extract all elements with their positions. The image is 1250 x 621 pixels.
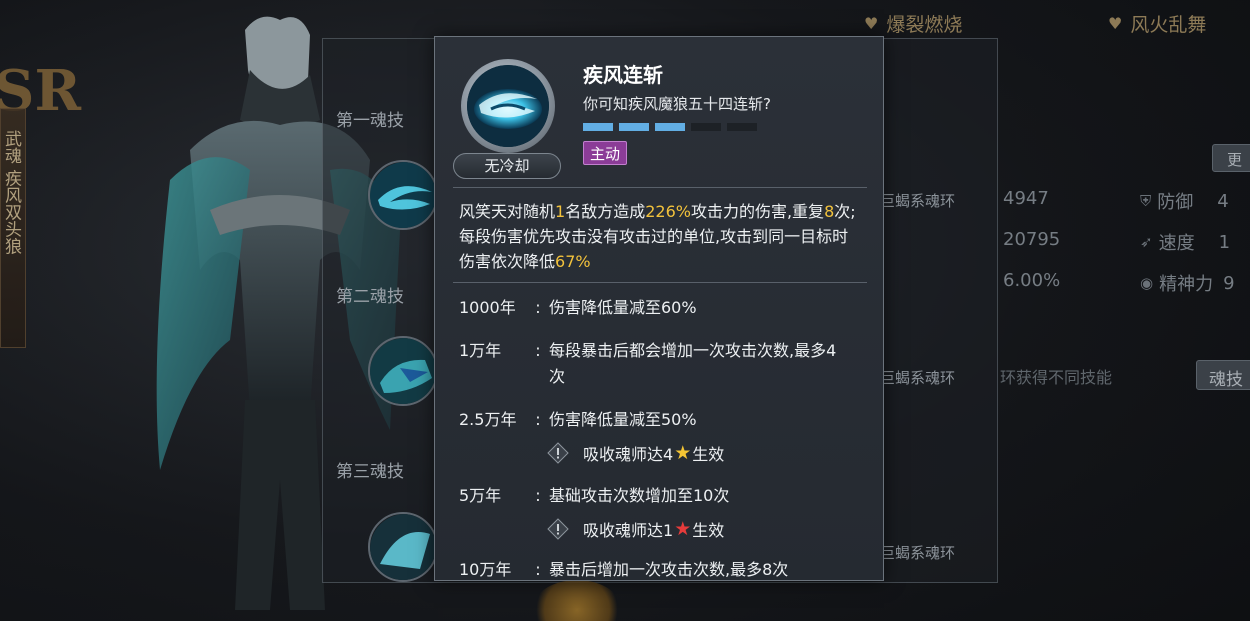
skill-subtitle: 你可知疾风魔狼五十四连斩? [583,95,771,113]
heart-icon: ♥ [1108,14,1123,33]
stat-defense: ⛨ 防御 4 [1140,188,1229,214]
stat-value-1: 4947 [1003,188,1049,209]
soul-skill-orb-2[interactable] [368,336,438,406]
tier-year: 10万年 [459,560,512,579]
tier-year: 5万年 [459,486,502,505]
skill-type-badge: 主动 [583,141,628,165]
skill-tooltip: 无冷却 疾风连斩 你可知疾风魔狼五十四连斩? 主动 风笑天对随机1名敌方造成22… [434,36,884,581]
tab-label: 爆裂燃烧 [886,14,963,36]
soul-skill-label-3: 第三魂技 [336,462,404,482]
tier-row-100k: 10万年 : 暴击后增加一次攻击次数,最多8次 [459,557,849,580]
highlight-value: 1 [555,202,566,221]
tab-burst-burn[interactable]: ♥ 爆裂燃烧 [864,10,962,37]
wind-vortex-icon [467,65,549,147]
stat-label-text: 精神力 [1159,274,1214,295]
soul-ring-text-1: 巨蝎系魂环 [880,192,956,210]
stat-label-text: 防御 [1157,192,1194,213]
level-segment [583,123,613,131]
condition-prefix: 吸收魂师达4 [583,445,674,464]
soul-ring-text-2: 巨蝎系魂环 [880,369,956,387]
soul-skill-label-2: 第二魂技 [336,287,404,307]
tier-year: 1万年 [459,341,502,360]
divider [453,187,867,188]
highlight-value: 67% [555,252,591,271]
tier-text: 伤害降低量减至60% [549,298,697,317]
tier-year: 1000年 [459,298,516,317]
shield-icon: ⛨ [1140,192,1152,210]
stat-value-3: 6.00% [1003,270,1061,291]
divider [453,282,867,283]
soul-skill-button[interactable]: 魂技 [1196,360,1250,390]
stat-value-fragment: 4 [1217,190,1229,212]
description-text: 名敌方造成 [565,202,646,221]
highlight-value: 226% [645,202,691,221]
soul-ring-text-3: 巨蝎系魂环 [880,544,956,562]
boot-icon: ➶ [1140,233,1153,251]
tier-row-50k: 5万年 : 基础攻击次数增加至10次 [459,483,849,509]
highlight-value: 8 [824,202,835,221]
tier-text: 暴击后增加一次攻击次数,最多8次 [549,560,789,579]
tier-condition-1: 吸收魂师达4 ★ 生效 [547,441,724,465]
level-segment [655,123,685,131]
description-text: 攻击力的伤害,重复 [690,202,825,221]
stat-value-fragment: 9 [1223,272,1235,294]
tier-colon: : [535,341,541,360]
skill-level-bar [583,123,757,131]
side-tag-text: 武魂 疾风双头狼 [1,130,21,255]
soul-skill-orb-3[interactable] [368,512,438,582]
tier-text: 伤害降低量减至50% [549,410,697,429]
level-segment [691,123,721,131]
condition-suffix: 生效 [692,445,725,464]
condition-suffix: 生效 [692,521,725,540]
skill-description: 风笑天对随机1名敌方造成226%攻击力的伤害,重复8次;每段伤害优先攻击没有攻击… [459,199,864,274]
level-segment [727,123,757,131]
description-text: 风笑天对随机 [459,202,556,221]
heart-icon: ♥ [864,14,879,33]
tab-wind-fire-dance[interactable]: ♥ 风火乱舞 [1108,10,1206,37]
stat-spirit: ◉ 精神力 9 [1140,270,1235,296]
more-button[interactable]: 更 [1212,144,1250,172]
tier-colon: : [535,560,541,579]
red-star-icon: ★ [674,518,692,540]
gold-star-icon: ★ [674,442,692,464]
stat-speed: ➶ 速度 1 [1140,229,1230,255]
stat-value-fragment: 1 [1218,231,1231,253]
stat-label-text: 速度 [1158,233,1195,254]
level-segment [619,123,649,131]
tier-condition-2: 吸收魂师达1 ★ 生效 [547,517,724,541]
tier-text: 基础攻击次数增加至10次 [549,486,730,505]
tier-text: 每段暴击后都会增加一次攻击次数,最多4次 [549,341,837,386]
tier-row-1000: 1000年 : 伤害降低量减至60% [459,295,849,321]
tier-colon: : [535,298,541,317]
tier-year: 2.5万年 [459,410,517,429]
condition-prefix: 吸收魂师达1 [583,521,674,540]
soul-skill-orb-1[interactable] [368,160,438,230]
skill-name: 疾风连斩 [583,63,663,87]
mind-icon: ◉ [1140,274,1154,292]
warning-icon [547,442,569,464]
tier-row-10k: 1万年 : 每段暴击后都会增加一次攻击次数,最多4次 [459,338,839,390]
warning-icon [547,518,569,540]
tier-row-25k: 2.5万年 : 伤害降低量减至50% [459,407,849,433]
skill-icon-frame [461,59,555,153]
soul-ring-hint: 环获得不同技能 [1000,368,1113,387]
tab-label: 风火乱舞 [1130,14,1207,36]
soul-skill-label-1: 第一魂技 [336,111,404,131]
tier-colon: : [535,410,541,429]
tier-colon: : [535,486,541,505]
stat-value-2: 20795 [1003,229,1061,250]
cooldown-badge: 无冷却 [453,153,561,179]
